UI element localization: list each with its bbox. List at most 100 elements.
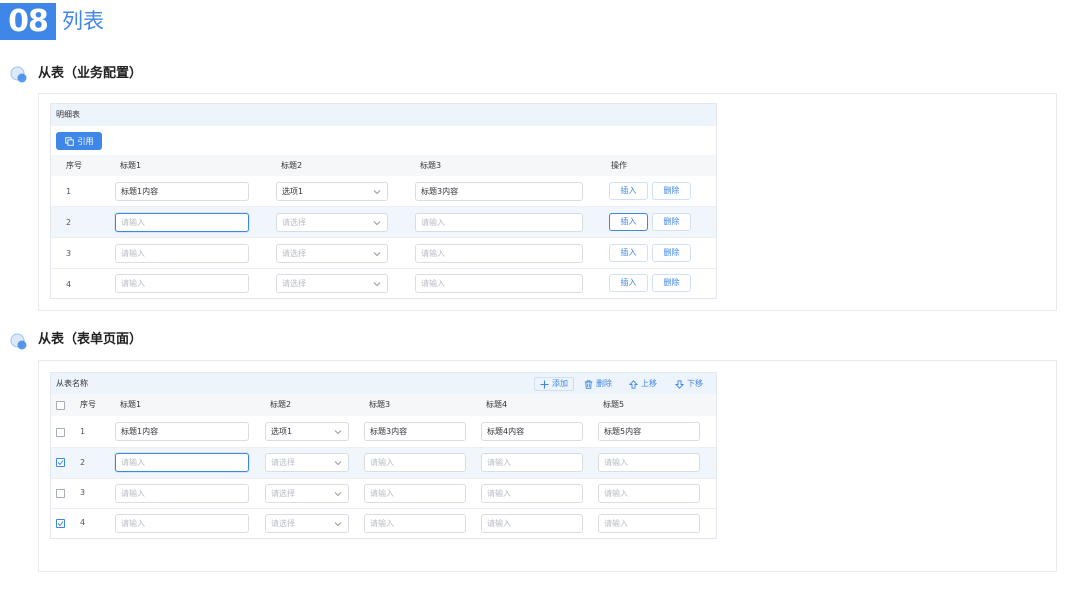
title3-input[interactable]: 请输入 [364, 453, 466, 472]
title2-select[interactable]: 请选择 [265, 484, 349, 503]
delete-selected-label: 删除 [596, 379, 612, 388]
row-index: 1 [80, 427, 86, 436]
detail-table: 明细表 引用 序号 标题1 标题2 标题3 操作 1 标题1内容 选项1 标题3… [50, 103, 717, 299]
row-index: 3 [80, 488, 86, 497]
trash-icon [584, 379, 593, 389]
title1-input[interactable]: 请输入 [115, 274, 249, 293]
row-index: 3 [66, 249, 72, 258]
check-icon [57, 460, 64, 466]
insert-button[interactable]: 插入 [609, 182, 648, 200]
title1-input[interactable]: 请输入 [115, 213, 249, 232]
table-row: 2 请输入 请选择 请输入 插入 删除 [51, 207, 716, 237]
title4-input[interactable]: 请输入 [481, 514, 583, 533]
section2-title: 从表（表单页面） [38, 332, 143, 347]
chevron-down-icon [334, 461, 342, 466]
title5-input[interactable]: 标题5内容 [598, 422, 700, 441]
table-row: 1 标题1内容 选项1 标题3内容 插入 删除 [51, 176, 716, 207]
move-down-button[interactable]: 下移 [675, 377, 703, 391]
title5-input[interactable]: 请输入 [598, 484, 700, 503]
delete-selected-button[interactable]: 删除 [584, 377, 612, 391]
title2-select[interactable]: 选项1 [276, 182, 388, 201]
col-header-title1: 标题1 [120, 161, 142, 170]
page-title: 列表 [62, 9, 104, 33]
add-button-label: 添加 [552, 379, 568, 388]
table-header-bar: 明细表 [51, 104, 716, 126]
insert-button[interactable]: 插入 [609, 274, 648, 292]
bubble-icon [10, 333, 27, 350]
table-row: 3 请输入 请选择 请输入 插入 删除 [51, 238, 716, 268]
title1-input[interactable]: 请输入 [115, 484, 249, 503]
title4-input[interactable]: 请输入 [481, 453, 583, 472]
select-all-checkbox[interactable] [56, 401, 65, 410]
move-up-button[interactable]: 上移 [629, 377, 657, 391]
title2-select[interactable]: 请选择 [276, 244, 388, 263]
col-header-index: 序号 [66, 161, 82, 170]
title3-input[interactable]: 请输入 [415, 244, 583, 263]
table-row: 4 请输入 请选择 请输入 插入 删除 [51, 269, 716, 298]
copy-icon [64, 136, 74, 146]
delete-button[interactable]: 删除 [652, 274, 691, 292]
col-header-title2: 标题2 [270, 400, 292, 409]
title3-input[interactable]: 标题3内容 [415, 182, 583, 201]
cite-button[interactable]: 引用 [56, 132, 102, 150]
arrow-up-icon [629, 379, 638, 389]
row-checkbox[interactable] [56, 489, 65, 498]
row-index: 2 [66, 218, 72, 227]
title2-select[interactable]: 请选择 [276, 274, 388, 293]
table-label: 从表名称 [56, 379, 88, 388]
row-index: 2 [80, 458, 86, 467]
chevron-down-icon [373, 282, 381, 287]
form-subtable: 从表名称 添加 删除 上移 下移 序号 标题1 标题2 标题3 标题4 标题5 [50, 372, 717, 539]
insert-button[interactable]: 插入 [609, 244, 648, 262]
title2-select-value: 请选择 [271, 519, 295, 528]
title2-select[interactable]: 请选择 [265, 453, 349, 472]
delete-button[interactable]: 删除 [652, 182, 691, 200]
title2-select-value: 请选择 [282, 279, 306, 288]
title3-input[interactable]: 标题3内容 [364, 422, 466, 441]
chevron-down-icon [334, 430, 342, 435]
title4-input[interactable]: 标题4内容 [481, 422, 583, 441]
title1-input[interactable]: 标题1内容 [115, 182, 249, 201]
add-button[interactable]: 添加 [534, 377, 574, 391]
bubble-icon [10, 66, 27, 83]
title2-select-value: 请选择 [282, 249, 306, 258]
delete-button[interactable]: 删除 [652, 213, 691, 231]
row-index: 4 [80, 518, 86, 527]
title2-select[interactable]: 请选择 [276, 213, 388, 232]
title3-input[interactable]: 请输入 [415, 213, 583, 232]
title1-input[interactable]: 请输入 [115, 514, 249, 533]
title3-input[interactable]: 请输入 [415, 274, 583, 293]
row-checkbox[interactable] [56, 428, 65, 437]
col-header-title3: 标题3 [369, 400, 391, 409]
col-header-title2: 标题2 [281, 161, 303, 170]
title1-input[interactable]: 请输入 [115, 244, 249, 263]
title2-select-value: 请选择 [271, 458, 295, 467]
table-head: 序号 标题1 标题2 标题3 操作 [51, 155, 716, 176]
title1-input[interactable]: 标题1内容 [115, 422, 249, 441]
title3-input[interactable]: 请输入 [364, 514, 466, 533]
title2-select-value: 选项1 [282, 187, 304, 196]
table-header-bar: 从表名称 添加 删除 上移 下移 [51, 373, 716, 394]
chevron-down-icon [373, 252, 381, 257]
insert-button[interactable]: 插入 [609, 213, 648, 231]
row-checkbox-checked[interactable] [56, 519, 65, 528]
row-checkbox-checked[interactable] [56, 458, 65, 467]
delete-button[interactable]: 删除 [652, 244, 691, 262]
title2-select[interactable]: 选项1 [265, 422, 349, 441]
title3-input[interactable]: 请输入 [364, 484, 466, 503]
col-header-title5: 标题5 [603, 400, 625, 409]
title5-input[interactable]: 请输入 [598, 453, 700, 472]
title2-select[interactable]: 请选择 [265, 514, 349, 533]
title5-input[interactable]: 请输入 [598, 514, 700, 533]
chevron-down-icon [373, 221, 381, 226]
title4-input[interactable]: 请输入 [481, 484, 583, 503]
table-row: 1 标题1内容 选项1 标题3内容 标题4内容 标题5内容 [51, 417, 716, 447]
title1-input[interactable]: 请输入 [115, 453, 249, 472]
plus-icon [540, 380, 549, 388]
row-index: 4 [66, 280, 72, 289]
title2-select-value: 请选择 [282, 218, 306, 227]
table-head: 序号 标题1 标题2 标题3 标题4 标题5 [51, 394, 716, 416]
move-up-label: 上移 [641, 379, 657, 388]
check-icon [57, 521, 64, 527]
col-header-title1: 标题1 [120, 400, 142, 409]
